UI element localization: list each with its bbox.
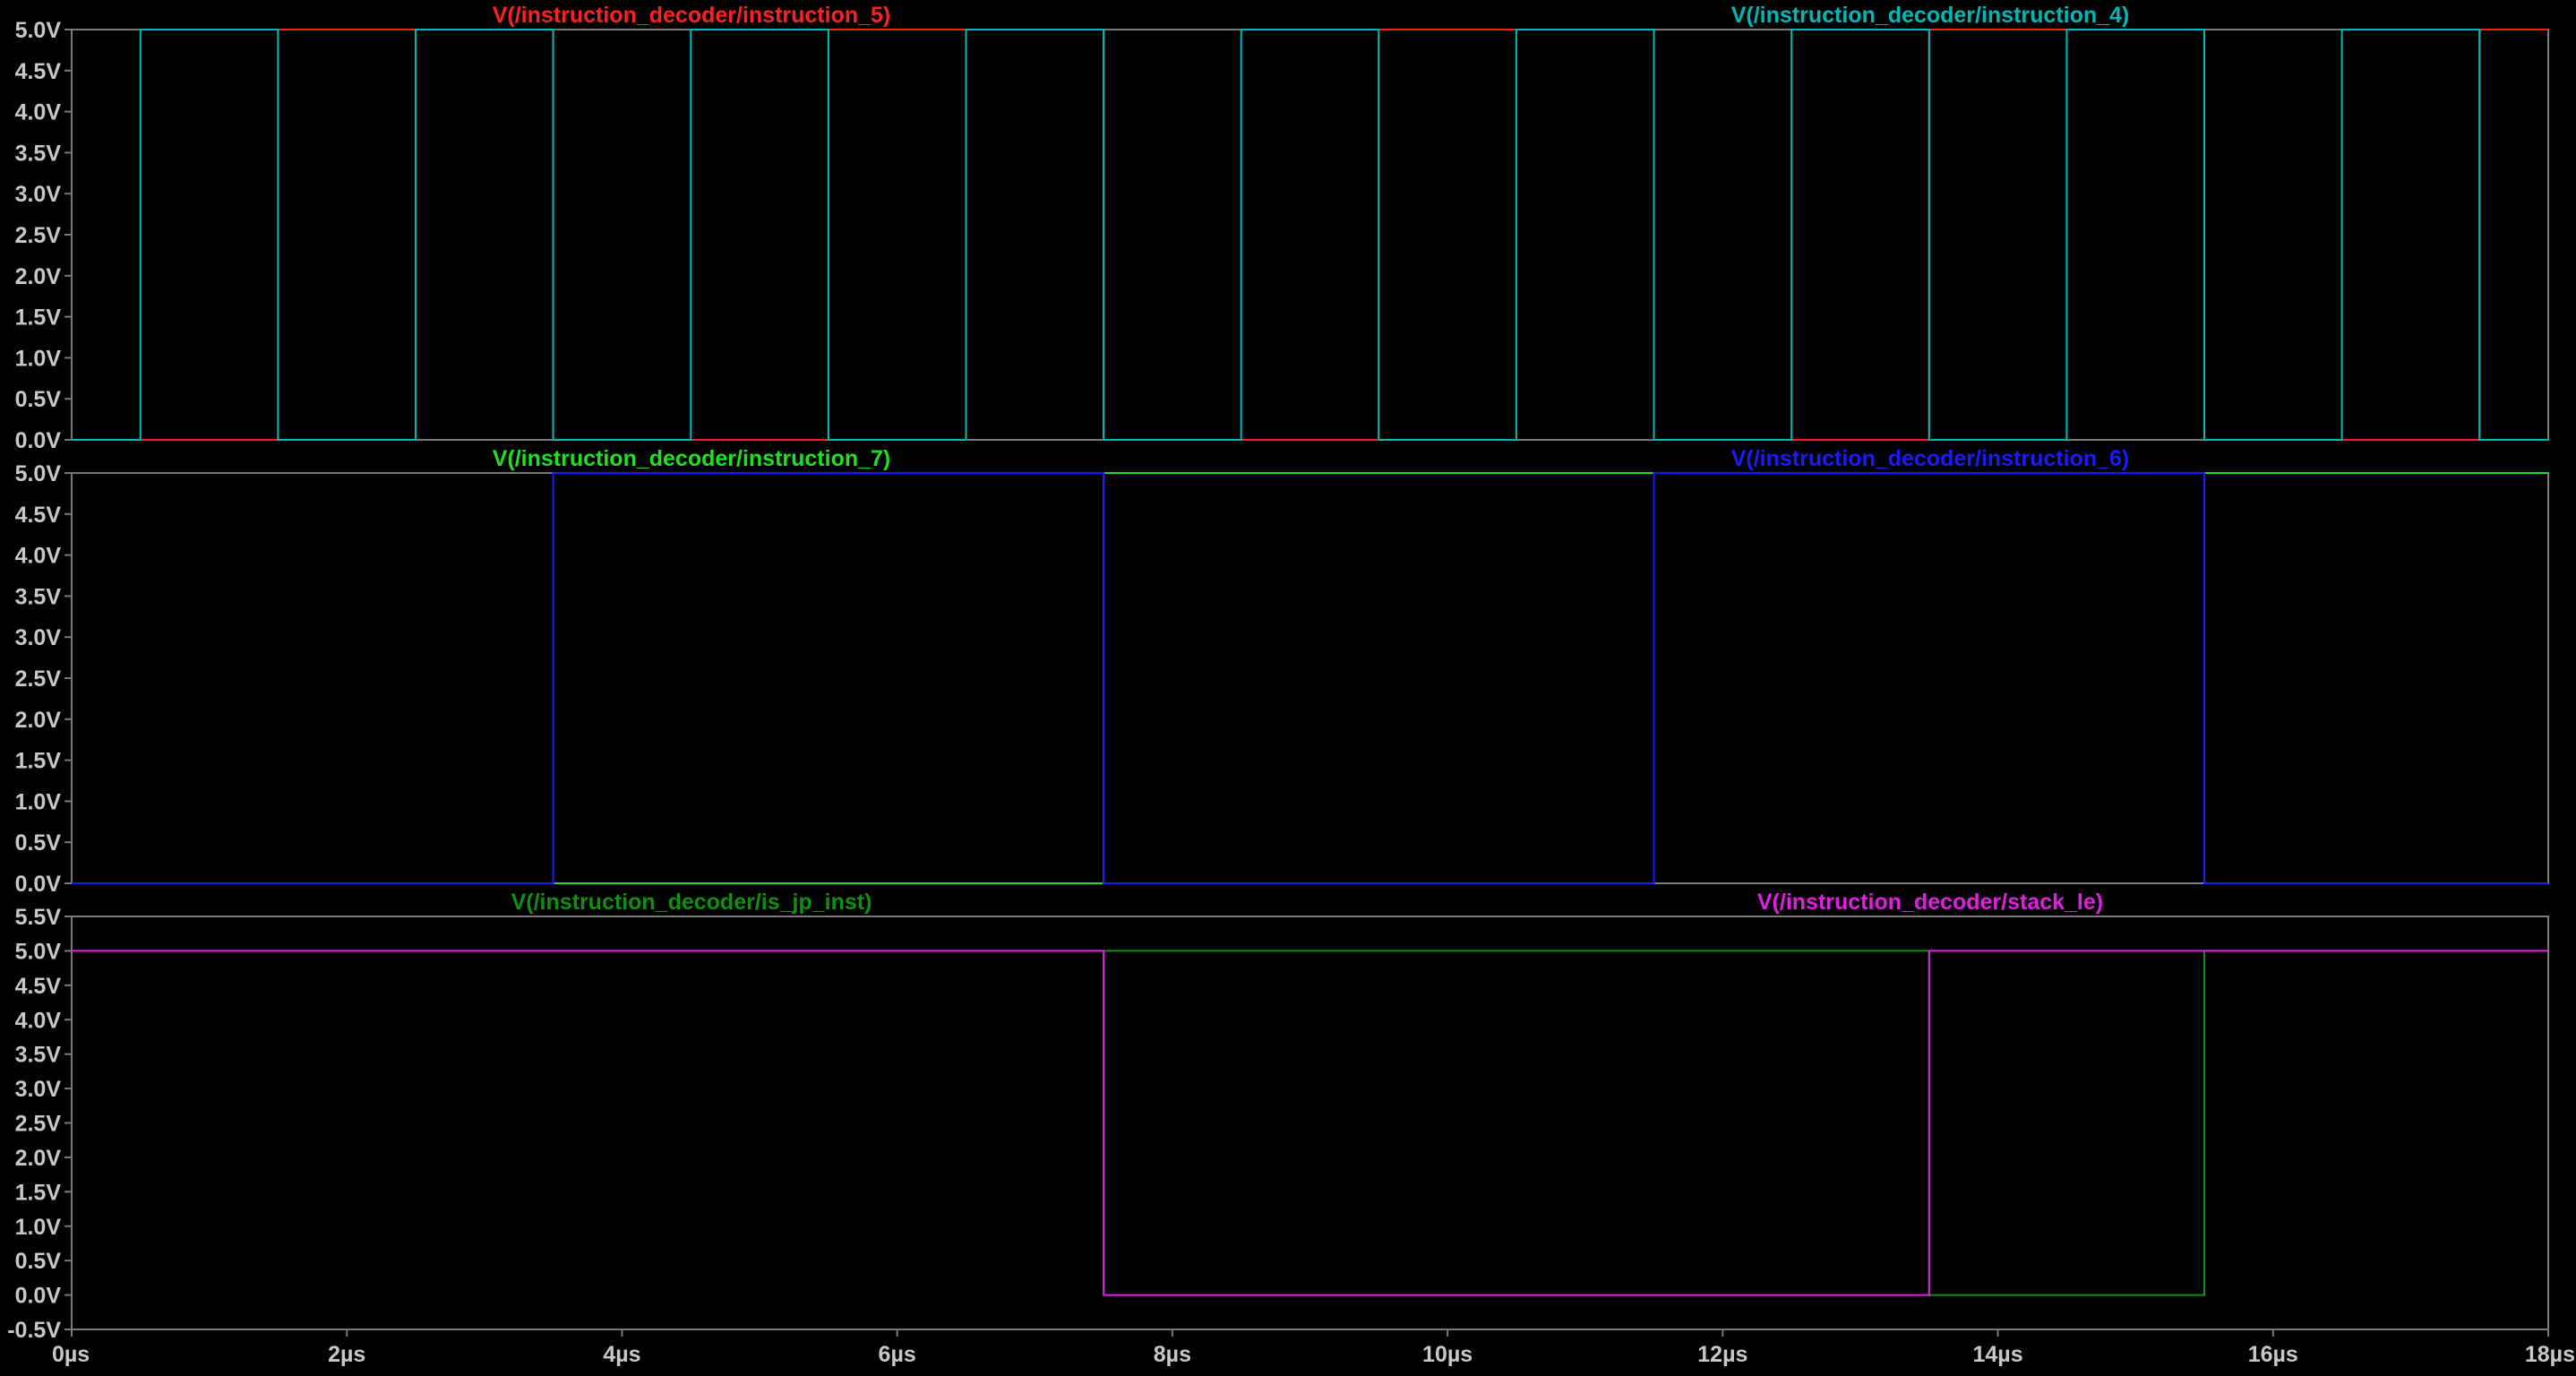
y-tick-label: 1.5V	[15, 1180, 62, 1205]
y-tick-label: 1.5V	[15, 305, 62, 331]
y-tick-label: 4.5V	[15, 59, 62, 84]
y-tick-label: 3.0V	[15, 1077, 62, 1102]
pane-frame	[71, 472, 2549, 884]
y-tick-label: 3.5V	[15, 141, 62, 166]
y-tick-label: 2.0V	[15, 708, 62, 733]
legend-entry[interactable]: V(/instruction_decoder/instruction_4)	[1731, 3, 2130, 28]
y-tick-label: 0.5V	[15, 1249, 62, 1274]
y-tick-label: 2.5V	[15, 1112, 62, 1137]
y-tick-label: 4.0V	[15, 544, 62, 569]
series-line-1-1	[72, 29, 2548, 441]
pane-1: 0.0V 0.5V 1.0V 1.5V 2.0V 2.5V 3.0V 3.5V 4.0V 4.5V…	[15, 3, 2549, 453]
y-tick-label: 3.0V	[15, 182, 62, 207]
x-tick-label: 0µs	[52, 1342, 90, 1367]
y-tick-label: 4.5V	[15, 503, 62, 528]
y-tick-label: 2.0V	[15, 1146, 62, 1171]
y-tick-label: 1.0V	[15, 346, 62, 371]
series-line-2-1	[72, 472, 2548, 884]
y-tick-label: 2.0V	[15, 264, 62, 289]
y-tick-label: 3.0V	[15, 625, 62, 650]
y-tick-label: 5.5V	[15, 905, 62, 930]
x-tick-label: 14µs	[1972, 1342, 2022, 1367]
y-tick-label: 4.0V	[15, 100, 62, 125]
y-tick-label: 3.5V	[15, 584, 62, 609]
y-tick-label: 0.5V	[15, 830, 62, 856]
x-tick-label: 4µs	[603, 1342, 640, 1367]
pane-frame	[71, 916, 2549, 1330]
y-tick-label: 3.5V	[15, 1043, 62, 1068]
legend-entry[interactable]: V(/instruction_decoder/instruction_7)	[493, 446, 891, 471]
pane-frame	[71, 29, 2549, 441]
series-line-2-2	[72, 472, 2548, 884]
x-tick-label: 6µs	[879, 1342, 916, 1367]
x-tick-label: 10µs	[1422, 1342, 1473, 1367]
y-tick-label: 1.0V	[15, 1215, 62, 1240]
y-tick-label: 5.0V	[15, 939, 62, 964]
y-tick-label: 5.0V	[15, 461, 62, 486]
y-tick-label: -0.5V	[7, 1318, 61, 1343]
x-tick-label: 12µs	[1697, 1342, 1747, 1367]
y-tick-label: 1.0V	[15, 789, 62, 814]
series-line-1-2	[72, 29, 2548, 441]
pane-3: -0.5V 0.0V 0.5V 1.0V 1.5V 2.0V 2.5V 3.0V 3.5V 4.0…	[7, 890, 2549, 1343]
series-line-3-2	[72, 950, 2548, 1296]
y-tick-label: 0.0V	[15, 872, 62, 897]
series-line-3-1	[72, 950, 2548, 1296]
y-tick-label: 2.5V	[15, 666, 62, 692]
x-axis: 0µs 2µs 4µs 6µs 8µs 10µs 12µs 14µs 16µs 18µs	[52, 1329, 2575, 1367]
x-tick-label: 8µs	[1154, 1342, 1191, 1367]
waveform-plot: 0.0V 0.5V 1.0V 1.5V 2.0V 2.5V 3.0V 3.5V 4.0V 4.5V…	[7, 3, 2575, 1367]
y-tick-label: 1.5V	[15, 749, 62, 774]
y-tick-label: 0.0V	[15, 1284, 62, 1309]
legend-entry[interactable]: V(/instruction_decoder/instruction_6)	[1731, 446, 2130, 471]
y-tick-label: 2.5V	[15, 223, 62, 248]
x-tick-label: 16µs	[2248, 1342, 2298, 1367]
y-tick-label: 0.5V	[15, 387, 62, 412]
y-tick-label: 4.5V	[15, 974, 62, 999]
legend-entry[interactable]: V(/instruction_decoder/instruction_5)	[493, 3, 891, 28]
legend-entry[interactable]: V(/instruction_decoder/is_jp_inst)	[511, 890, 872, 915]
x-tick-label: 2µs	[328, 1342, 365, 1367]
pane-2: 0.0V 0.5V 1.0V 1.5V 2.0V 2.5V 3.0V 3.5V 4.0V 4.5V…	[15, 446, 2549, 897]
legend-entry[interactable]: V(/instruction_decoder/stack_le)	[1757, 890, 2103, 915]
x-tick-label: 18µs	[2525, 1342, 2575, 1367]
y-tick-label: 4.0V	[15, 1008, 62, 1033]
y-tick-label: 0.0V	[15, 428, 62, 453]
y-tick-label: 5.0V	[15, 18, 62, 43]
